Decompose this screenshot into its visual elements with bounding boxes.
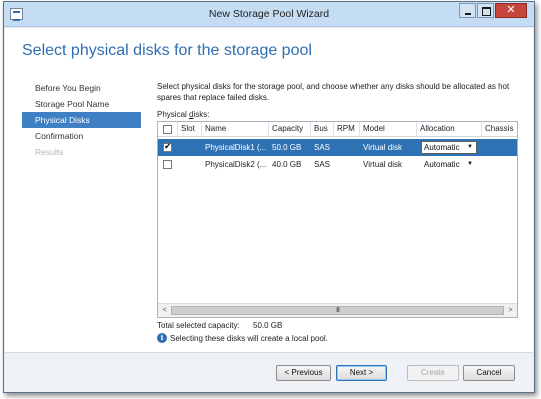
disk-2-bus: SAS	[314, 160, 331, 169]
label-prefix: Physical	[157, 110, 190, 119]
disk-1-chassis	[482, 139, 517, 156]
info-icon: i	[157, 333, 167, 343]
column-header-slot[interactable]: Slot	[178, 122, 202, 136]
title-bar: New Storage Pool Wizard ✕	[4, 2, 534, 27]
disk-1-bus: SAS	[314, 143, 331, 152]
physical-disks-label: Physical disks:	[157, 110, 209, 119]
next-button[interactable]: Next >	[336, 365, 387, 381]
chevron-down-icon: ▼	[467, 161, 473, 167]
minimize-button[interactable]	[459, 3, 476, 18]
wizard-footer: < Previous Next > Create Cancel	[5, 352, 533, 392]
step-physical-disks[interactable]: Physical Disks	[22, 112, 141, 128]
disk-1-allocation-select[interactable]: Automatic ▼	[421, 141, 477, 154]
disk-2-capacity: 40.0 GB	[272, 160, 302, 169]
disk-2-chassis	[482, 156, 517, 173]
disk-1-allocation-value: Automatic	[424, 143, 460, 152]
horizontal-scrollbar[interactable]: < III >	[158, 303, 517, 317]
disk-2-checkbox[interactable]	[163, 160, 172, 169]
cancel-button[interactable]: Cancel	[463, 365, 515, 381]
select-all-header	[158, 122, 178, 136]
scroll-right-arrow-icon[interactable]: >	[504, 304, 517, 317]
select-all-checkbox[interactable]	[163, 125, 172, 134]
previous-button[interactable]: < Previous	[276, 365, 331, 381]
label-suffix: isks:	[193, 110, 210, 119]
page-title: Select physical disks for the storage po…	[22, 42, 312, 59]
step-storage-pool-name[interactable]: Storage Pool Name	[22, 96, 141, 112]
disk-row-2[interactable]: PhysicalDisk2 (... 40.0 GB SAS Virtual d…	[158, 156, 517, 173]
create-button: Create	[407, 365, 459, 381]
wizard-content: Select physical disks for the storage po…	[5, 28, 533, 352]
maximize-button[interactable]	[477, 3, 494, 18]
window-title: New Storage Pool Wizard	[208, 8, 330, 20]
wizard-window: New Storage Pool Wizard ✕ Select physica…	[3, 1, 535, 393]
disk-2-rpm	[334, 156, 360, 173]
physical-disks-list[interactable]: Slot Name Capacity Bus RPM Model Allocat…	[157, 121, 518, 318]
scrollbar-thumb[interactable]: III	[171, 306, 504, 315]
disk-1-checkbox[interactable]	[163, 141, 172, 152]
column-header-chassis[interactable]: Chassis	[482, 122, 517, 136]
disk-1-model: Virtual disk	[363, 143, 402, 152]
column-header-capacity[interactable]: Capacity	[269, 122, 311, 136]
step-results: Results	[35, 147, 64, 157]
wizard-steps-sidebar: Before You Begin Storage Pool Name Physi…	[22, 80, 141, 160]
column-header-rpm[interactable]: RPM	[334, 122, 360, 136]
disk-2-allocation-value: Automatic	[424, 160, 460, 169]
disk-row-1[interactable]: PhysicalDisk1 (... 50.0 GB SAS Virtual d…	[158, 139, 517, 156]
disk-2-model: Virtual disk	[363, 160, 402, 169]
step-confirmation[interactable]: Confirmation	[22, 128, 141, 144]
column-header-bus[interactable]: Bus	[311, 122, 334, 136]
close-button[interactable]: ✕	[495, 3, 527, 18]
disk-1-name: PhysicalDisk1 (...	[205, 143, 267, 152]
disk-1-capacity: 50.0 GB	[272, 143, 302, 152]
total-capacity-label: Total selected capacity:	[157, 321, 240, 330]
page-description: Select physical disks for the storage po…	[157, 82, 510, 102]
disk-2-slot	[178, 156, 202, 173]
column-header-model[interactable]: Model	[360, 122, 417, 136]
list-header: Slot Name Capacity Bus RPM Model Allocat…	[158, 122, 517, 137]
total-capacity-value: 50.0 GB	[253, 321, 283, 330]
column-header-name[interactable]: Name	[202, 122, 269, 136]
step-before-you-begin[interactable]: Before You Begin	[22, 80, 141, 96]
disk-2-name: PhysicalDisk2 (...	[205, 160, 267, 169]
chevron-down-icon: ▼	[467, 144, 473, 150]
scroll-left-arrow-icon[interactable]: <	[158, 304, 171, 317]
disk-1-slot	[178, 139, 202, 156]
disk-2-allocation-select[interactable]: Automatic ▼	[421, 158, 477, 171]
local-pool-info-text: Selecting these disks will create a loca…	[170, 334, 328, 343]
column-header-allocation[interactable]: Allocation	[417, 122, 482, 136]
disk-1-rpm	[334, 139, 360, 156]
